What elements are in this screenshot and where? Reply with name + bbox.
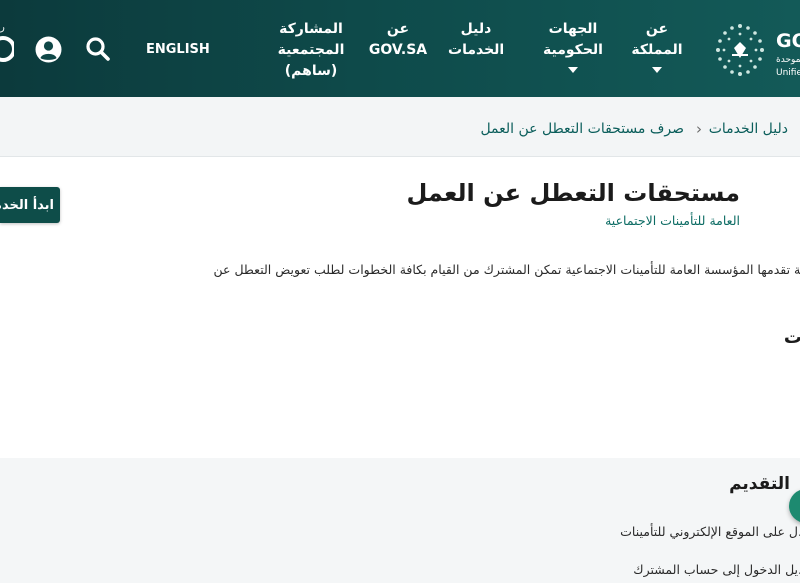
nav-label-line2: المجتمعية <box>277 42 345 58</box>
nav-label-line1: عن <box>386 21 410 37</box>
language-toggle[interactable]: ENGLISH <box>146 39 210 60</box>
nav-about-govsa[interactable]: عن GOV.SA <box>368 19 428 61</box>
partner-logo: ر <box>0 22 14 74</box>
page-title: مستحقات التعطل عن العمل <box>406 179 740 207</box>
step-item: ل على الموقع الإلكتروني للتأمينات. <box>620 524 800 539</box>
partner-logo-mark <box>0 36 14 62</box>
nav-label-line2: GOV.SA <box>368 42 428 58</box>
breadcrumb-separator: › <box>696 120 702 138</box>
nav-label-line2: الخدمات <box>448 42 505 58</box>
logo-wordmark: GO <box>776 30 800 52</box>
nav-label-line1: عن <box>645 21 669 37</box>
nav-label-line2: المملكة <box>631 42 683 58</box>
chevron-down-icon <box>652 67 662 73</box>
start-service-button[interactable]: ابدأ الخدمة <box>0 187 60 223</box>
nav-label-line1: الجهات <box>548 21 598 37</box>
logo-subtitle-ar: الموحدة <box>776 55 800 65</box>
breadcrumb-current-page: صرف مستحقات التعطل عن العمل <box>480 121 684 137</box>
nav-services-guide[interactable]: دليل الخدمات <box>448 19 504 61</box>
service-description-line1: نية تقدمها المؤسسة العامة للتأمينات الاج… <box>213 262 800 277</box>
site-logo[interactable]: GO الموحدة Unifie <box>710 20 800 80</box>
logo-emblem-icon <box>716 24 764 76</box>
nav-community-participation[interactable]: المشاركة المجتمعية (ساهم) <box>274 19 348 82</box>
search-icon[interactable] <box>84 35 112 63</box>
section-heading: ت <box>783 327 800 348</box>
partner-logo-text: ر <box>0 22 5 33</box>
breadcrumb: دليل الخدمات › صرف مستحقات التعطل عن الع… <box>0 97 800 157</box>
step-item: يل الدخول إلى حساب المشترك. <box>633 562 800 577</box>
breadcrumb-services-guide[interactable]: دليل الخدمات <box>709 121 788 137</box>
application-steps-section: التقديم ل على الموقع الإلكتروني للتأمينا… <box>0 458 800 583</box>
nav-label-line3: (ساهم) <box>284 63 338 79</box>
steps-heading: التقديم <box>729 474 790 494</box>
nav-label-line2: الحكومية <box>543 42 603 58</box>
logo-subtitle-en: Unifie <box>776 68 800 78</box>
user-icon[interactable] <box>34 35 63 64</box>
nav-about-kingdom[interactable]: عن المملكة <box>628 19 686 73</box>
chevron-down-icon <box>568 67 578 73</box>
site-header: GO الموحدة Unifie عن المملكة الجهات الحك… <box>0 0 800 97</box>
nav-label-line1: المشاركة <box>279 21 343 37</box>
service-provider-link[interactable]: العامة للتأمينات الاجتماعية <box>605 213 740 228</box>
nav-government-entities[interactable]: الجهات الحكومية <box>540 19 606 73</box>
nav-label-line1: دليل <box>460 21 492 37</box>
